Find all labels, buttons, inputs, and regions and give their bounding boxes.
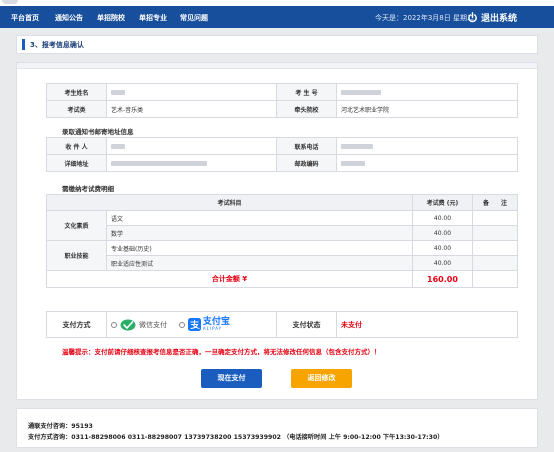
fee-amount: 40.00 [411,225,473,241]
pay-now-button[interactable]: 现在支付 [201,369,262,388]
recipient-label: 收 件 人 [46,137,107,155]
step-title: 3、报考信息确认 [30,41,84,49]
fee-subject: 数学 [106,225,413,241]
nav-majors[interactable]: 单招专业 [139,13,167,23]
school-value: 河北艺术职业学院 [336,100,518,118]
phone-label: 联系电话 [276,137,337,155]
mail-info-table: 收 件 人 联系电话 详细地址 邮政编码 [46,137,518,172]
fee-amount: 40.00 [411,255,473,271]
fee-remark [471,240,519,256]
exam-number-label: 考 生 号 [276,83,337,101]
footer-union-pay-contact: 通联支付咨询：95193 [28,423,93,430]
fee-amount: 40.00 [411,240,473,256]
name-value [106,83,277,101]
top-nav-bar: 平台首页 通知公告 单招院校 单招专业 常见问题 今天是：2022年3月8日 星… [0,6,554,28]
fee-subject: 语文 [106,210,413,226]
total-label: 合计金额 ¥ [46,270,413,288]
name-label: 考生姓名 [46,83,107,101]
logout-button[interactable]: 退出系统 [467,10,517,24]
alipay-sublabel: ALIPAY [202,326,223,331]
address-label: 详细地址 [46,154,107,172]
payment-options: 微信支付 支付宝 ALIPAY [106,311,277,338]
table-row: 职业适应性测试 40.00 [47,255,519,271]
remark-header: 备 注 [471,194,519,211]
nav-notices[interactable]: 通知公告 [55,13,83,23]
exam-number-value [336,83,518,101]
nav-home[interactable]: 平台首页 [11,13,39,23]
step-accent [22,39,25,50]
wechat-pay-label: 微信支付 [139,320,167,329]
table-row: 收 件 人 联系电话 [46,137,518,155]
alipay-radio[interactable] [178,321,185,328]
recipient-value [106,137,277,155]
table-row: 考生姓名 考 生 号 [46,83,518,101]
redacted-address [111,160,207,166]
redacted-name [111,89,125,95]
top-strip-edge [2,0,18,4]
step-header: 3、报考信息确认 [16,35,538,54]
payment-status-cell: 未支付 [336,311,518,338]
school-label: 牵头院校 [276,100,337,118]
logout-label: 退出系统 [481,13,518,24]
alipay-icon [187,318,201,331]
fee-details-table: 考试科目 考试费 (元) 备 注 文化素质 语文 40.00 数学 40.00 … [46,194,519,288]
table-row: 职业技能 专业基础(历史) 40.00 [46,240,519,271]
footer: 通联支付咨询：95193 支付方式咨询：0311-88298006 0311-8… [16,408,538,448]
table-row: 数学 40.00 [47,225,519,241]
fee-group-name: 文化素质 [46,210,107,241]
fee-subject: 职业适应性测试 [106,255,413,271]
mail-section-heading: 录取通知书邮寄地址信息 [62,128,134,136]
wechat-radio[interactable] [111,321,117,328]
table-row: 支付方式 微信支付 支付宝 ALIPAY 支付状态 未支付 [46,311,518,338]
fee-subject: 专业基础(历史) [106,240,413,256]
payment-status-label: 支付状态 [276,311,337,338]
payment-method-label: 支付方式 [46,311,107,338]
redacted-postcode [341,160,365,166]
phone-value [336,137,518,155]
payment-status-value: 未支付 [341,320,362,329]
current-date: 今天是：2022年3月8日 星期二 [375,14,474,22]
subject-header: 考试科目 [46,194,413,211]
address-value [106,154,277,172]
fee-total-row: 合计金额 ¥ 160.00 [46,270,519,288]
fee-remark [471,255,519,271]
fee-remark [471,225,519,241]
wechat-pay-option[interactable]: 微信支付 [111,319,167,331]
main-panel-bar [17,63,537,69]
fee-header-row: 考试科目 考试费 (元) 备 注 [46,194,519,211]
nav-faq[interactable]: 常见问题 [180,13,208,23]
total-remark [471,270,519,288]
redacted-exam-number [341,89,381,95]
fee-group-name: 职业技能 [46,240,107,271]
footer-payment-contact: 支付方式咨询：0311-88298006 0311-88298007 13739… [28,434,444,441]
power-icon [468,11,477,22]
fee-remark [471,210,519,226]
main-panel: 考生姓名 考 生 号 考试类 艺术-音乐类 牵头院校 河北艺术职业学院 录取通知… [16,62,538,400]
category-label: 考试类 [46,100,107,118]
wechat-pay-icon [120,319,136,330]
total-amount: 160.00 [411,270,473,288]
payment-table: 支付方式 微信支付 支付宝 ALIPAY 支付状态 未支付 [46,311,518,338]
table-row: 考试类 艺术-音乐类 牵头院校 河北艺术职业学院 [46,100,518,118]
fee-header: 考试费 (元) [411,194,473,211]
warning-tip: 温馨提示：支付前请仔细核查报考信息是否正确，一旦确定支付方式，将无法修改任何信息… [62,348,381,356]
fee-amount: 40.00 [411,210,473,226]
table-row: 文化素质 语文 40.00 [46,210,519,241]
back-to-edit-button[interactable]: 返回修改 [291,369,352,388]
applicant-info-table: 考生姓名 考 生 号 考试类 艺术-音乐类 牵头院校 河北艺术职业学院 [46,83,518,118]
nav-schools[interactable]: 单招院校 [97,13,125,23]
postcode-label: 邮政编码 [276,154,337,172]
alipay-wordmark: 支付宝 ALIPAY [203,318,230,331]
fees-section-heading: 需缴纳考试费明细 [62,185,114,193]
redacted-phone [341,143,373,149]
redacted-recipient [111,143,125,149]
category-value: 艺术-音乐类 [106,100,277,118]
table-row: 详细地址 邮政编码 [46,154,518,172]
alipay-option[interactable]: 支付宝 ALIPAY [178,318,230,331]
postcode-value [336,154,518,172]
